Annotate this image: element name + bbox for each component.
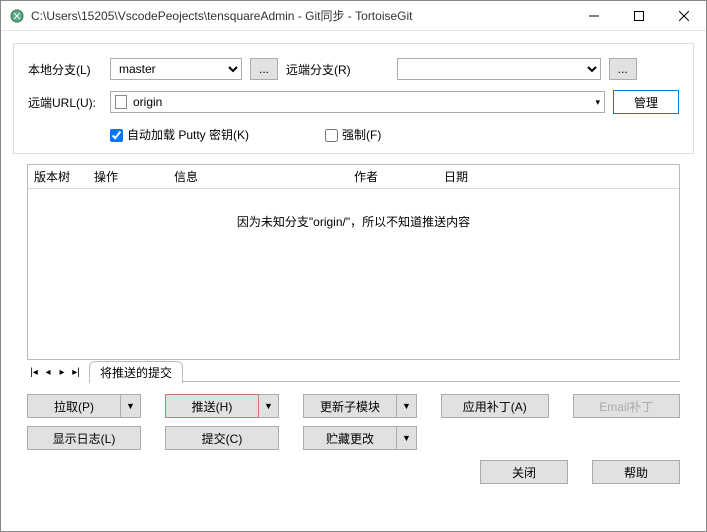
sync-dialog: C:\Users\15205\VscodePeojects\tensquareA… (0, 0, 707, 532)
minimize-button[interactable] (571, 1, 616, 30)
col-op[interactable]: 操作 (88, 168, 168, 185)
push-button[interactable]: 推送(H) ▼ (165, 394, 279, 418)
nav-last-icon[interactable]: ▸| (69, 367, 83, 378)
document-icon (115, 95, 127, 109)
app-icon (9, 8, 25, 24)
stash-button[interactable]: 贮藏更改 ▼ (303, 426, 417, 450)
col-author[interactable]: 作者 (348, 168, 438, 185)
local-branch-select[interactable]: master (110, 58, 242, 80)
col-info[interactable]: 信息 (168, 168, 348, 185)
remote-branch-label: 远端分支(R) (286, 61, 351, 78)
close-button[interactable] (661, 1, 706, 30)
remote-url-label: 远端URL(U): (28, 94, 102, 111)
table-empty-msg: 因为未知分支"origin/"，所以不知道推送内容 (28, 189, 679, 359)
remote-url-value: origin (133, 95, 162, 109)
apply-patch-button[interactable]: 应用补丁(A) (441, 394, 549, 418)
nav-next-icon[interactable]: ▸ (55, 367, 69, 378)
nav-bar: |◂ ◂ ▸ ▸| 将推送的提交 (27, 362, 680, 382)
commit-button[interactable]: 提交(C) (165, 426, 279, 450)
local-branch-browse-button[interactable]: ... (250, 58, 278, 80)
autoload-putty-checkbox[interactable]: 自动加载 Putty 密钥(K) (110, 126, 249, 143)
titlebar: C:\Users\15205\VscodePeojects\tensquareA… (1, 1, 706, 31)
submodule-button[interactable]: 更新子模块 ▼ (303, 394, 417, 418)
close-button-footer[interactable]: 关闭 (480, 460, 568, 484)
nav-prev-icon[interactable]: ◂ (41, 367, 55, 378)
submodule-dropdown-icon[interactable]: ▼ (397, 394, 417, 418)
show-log-button[interactable]: 显示日志(L) (27, 426, 141, 450)
pull-button[interactable]: 拉取(P) ▼ (27, 394, 141, 418)
commit-table: 版本树 操作 信息 作者 日期 因为未知分支"origin/"，所以不知道推送内… (27, 164, 680, 360)
stash-dropdown-icon[interactable]: ▼ (397, 426, 417, 450)
manage-button[interactable]: 管理 (613, 90, 679, 114)
chevron-down-icon: ▾ (595, 97, 600, 108)
col-tree[interactable]: 版本树 (28, 168, 88, 185)
window-title: C:\Users\15205\VscodePeojects\tensquareA… (31, 7, 571, 24)
push-dropdown-icon[interactable]: ▼ (259, 394, 279, 418)
local-branch-label: 本地分支(L) (28, 61, 102, 78)
nav-first-icon[interactable]: |◂ (27, 367, 41, 378)
remote-branch-browse-button[interactable]: ... (609, 58, 637, 80)
pull-dropdown-icon[interactable]: ▼ (121, 394, 141, 418)
email-patch-button: Email补丁 (573, 394, 681, 418)
force-checkbox[interactable]: 强制(F) (325, 126, 381, 143)
help-button[interactable]: 帮助 (592, 460, 680, 484)
remote-branch-select[interactable] (397, 58, 601, 80)
col-date[interactable]: 日期 (438, 168, 518, 185)
settings-group: 本地分支(L) master ... 远端分支(R) ... 远端URL(U):… (13, 43, 694, 154)
remote-url-select[interactable]: origin ▾ (110, 91, 605, 113)
tab-pushing-commits[interactable]: 将推送的提交 (89, 361, 183, 383)
maximize-button[interactable] (616, 1, 661, 30)
